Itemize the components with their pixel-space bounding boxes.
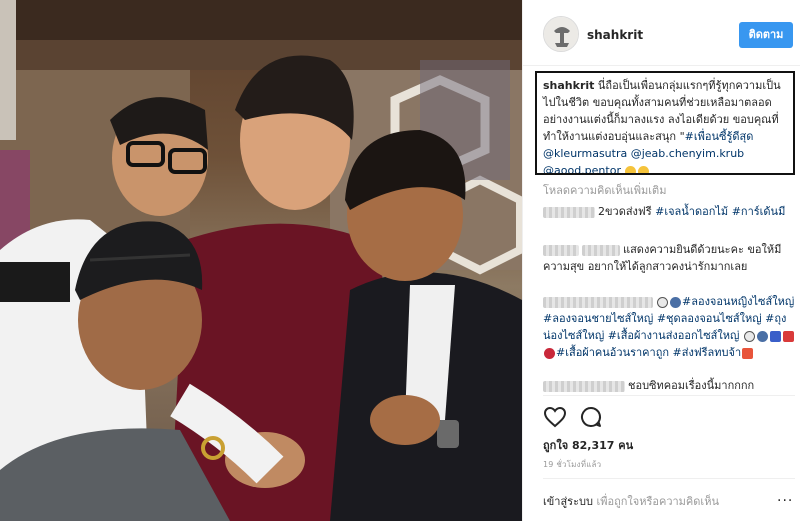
truck-emoji-icon [742, 347, 754, 359]
post-caption: shahkrit นี่ถือเป็นเพื่อนกลุ่มแรกๆที่รู้… [535, 71, 795, 175]
comment-hashtag[interactable]: #ชุดลองจอนไซส์ใหญ่ [657, 312, 762, 325]
blurred-username [543, 296, 653, 308]
like-count[interactable]: ถูกใจ 82,317 คน [543, 436, 633, 454]
follow-button[interactable]: ติดตาม [739, 22, 793, 48]
post-photo[interactable] [0, 0, 522, 521]
comment-hashtag[interactable]: #เสื้อผ้างานส่งออกไซส์ใหญ่ [608, 329, 740, 342]
divider [543, 478, 795, 479]
blurred-username [543, 206, 595, 218]
hand-emoji-icon [625, 165, 637, 173]
snowflake-emoji-icon [670, 296, 681, 308]
caption-mention[interactable]: @kleurmasutra [543, 147, 627, 160]
caption-username[interactable]: shahkrit [543, 79, 594, 92]
login-link[interactable]: เข้าสู่ระบบ [543, 495, 593, 508]
group-photo-illustration [0, 0, 522, 521]
more-options-icon[interactable]: ... [777, 489, 793, 505]
blurred-username [543, 380, 625, 392]
comment-icon[interactable] [579, 405, 603, 429]
comment-text: 2ขวดส่งฟรี [598, 205, 656, 218]
blurred-username [582, 244, 620, 256]
snowflake-emoji-icon [756, 330, 768, 342]
panda-emoji-icon [743, 330, 755, 342]
comment-hashtag[interactable]: #การ์เด้นมี [732, 205, 786, 218]
jeans-emoji-icon [769, 330, 781, 342]
avatar[interactable] [543, 16, 579, 52]
comment-hashtag[interactable]: #เสื้อผ้าคนอ้วนราคาถูก [556, 346, 669, 359]
comment-item: แสดงความยินดีด้วยนะคะ ขอให้มีความสุข อยา… [543, 241, 795, 275]
shirt-emoji-icon [782, 330, 794, 342]
caption-mention[interactable]: @aood.pentor [543, 164, 621, 173]
header-username[interactable]: shahkrit [587, 28, 643, 42]
dress-emoji-icon [544, 347, 555, 359]
comment-hashtag[interactable]: #ลองจอนชายไซส์ใหญ่ [543, 312, 653, 325]
caption-mention[interactable]: @jeab.chenyim.krub [631, 147, 744, 160]
comment-item: 2ขวดส่งฟรี #เจลน้ำดอกไม้ #การ์เด้นมี [543, 203, 795, 220]
divider [543, 395, 795, 396]
comment-text: ชอบซิทคอมเรื่องนี้มากกกก [628, 379, 755, 392]
comment-item: #ลองจอนหญิงไซส์ใหญ่ #ลองจอนชายไซส์ใหญ่ #… [543, 293, 795, 361]
panda-emoji-icon [657, 296, 668, 308]
heart-icon[interactable] [543, 405, 567, 429]
comment-hashtag[interactable]: #ลองจอนหญิงไซส์ใหญ่ [682, 295, 794, 308]
comment-hashtag[interactable]: #ส่งฟรีลทบจ้า [673, 346, 742, 359]
post-header: shahkrit ติดตาม [523, 0, 800, 66]
comment-hashtag[interactable]: #เจลน้ำดอกไม้ [655, 205, 728, 218]
comment-item: ชอบซิทคอมเรื่องนี้มากกกก [543, 377, 795, 394]
caption-hashtag[interactable]: #เพื่อนซี้รู้ดีสุด [685, 130, 754, 143]
avatar-image-icon [544, 17, 578, 51]
post-side-panel: shahkrit ติดตาม shahkrit นี่ถือเป็นเพื่อ… [522, 0, 800, 521]
login-prompt: เข้าสู่ระบบ เพื่อถูกใจหรือความคิดเห็น [543, 492, 719, 510]
smile-emoji-icon [638, 165, 650, 173]
blurred-username [543, 244, 579, 256]
login-prompt-text: เพื่อถูกใจหรือความคิดเห็น [592, 495, 719, 508]
post-timestamp[interactable]: 19 ชั่วโมงที่แล้ว [543, 458, 601, 471]
load-more-comments-link[interactable]: โหลดความคิดเห็นเพิ่มเติม [543, 181, 666, 199]
